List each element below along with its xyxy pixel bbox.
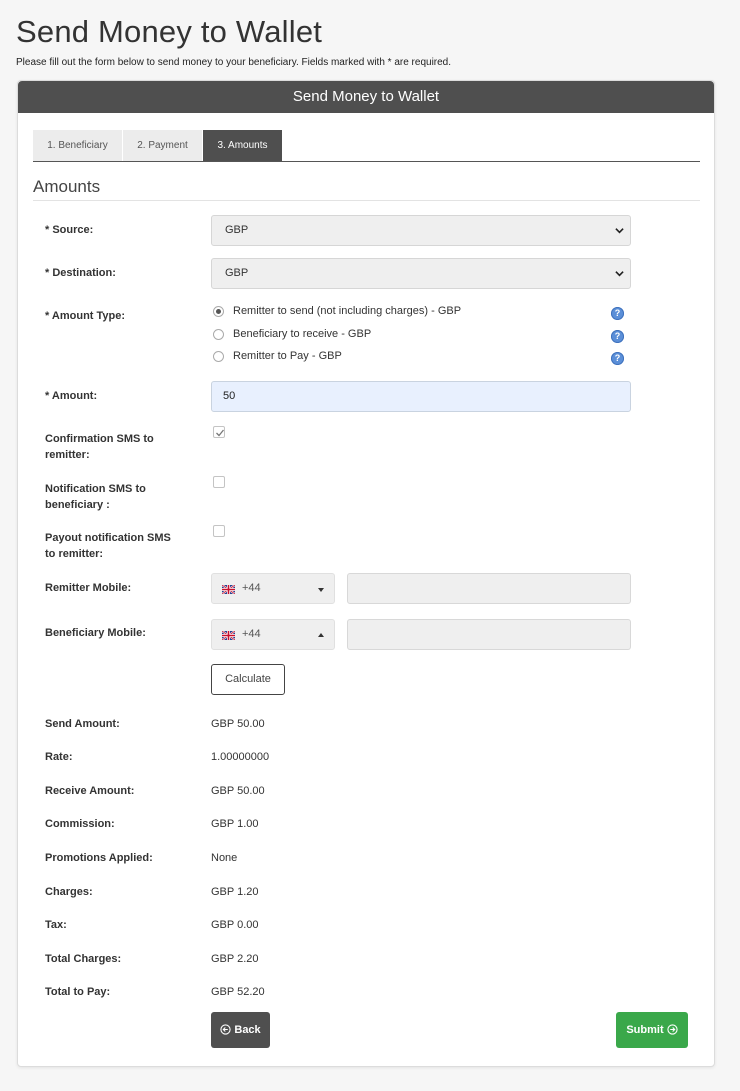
- summary-label: Tax:: [45, 919, 67, 931]
- panel-header: Send Money to Wallet: [18, 81, 714, 113]
- summary-value: GBP 1.20: [211, 886, 259, 898]
- uk-flag-icon: [222, 631, 235, 640]
- notification-sms-label: Notification SMS to beneficiary :: [45, 481, 146, 513]
- source-value: GBP: [225, 224, 249, 236]
- beneficiary-country-code-select[interactable]: +44: [211, 619, 335, 650]
- section-title: Amounts: [33, 177, 700, 201]
- payout-sms-label: Payout notification SMS to remitter:: [45, 530, 171, 562]
- caret-up-icon: [318, 633, 324, 637]
- amount-label: * Amount:: [45, 390, 98, 402]
- help-icon[interactable]: ?: [611, 352, 624, 365]
- beneficiary-mobile-label: Beneficiary Mobile:: [45, 627, 146, 639]
- arrow-right-circle-icon: [667, 1023, 678, 1035]
- submit-label: Submit: [626, 1024, 664, 1036]
- summary-label: Receive Amount:: [45, 785, 135, 797]
- confirmation-sms-checkbox[interactable]: [213, 426, 225, 438]
- radio-button[interactable]: [213, 328, 224, 340]
- page-subtitle: Please fill out the form below to send m…: [16, 57, 452, 68]
- wizard-tabs: 1. Beneficiary 2. Payment 3. Amounts: [33, 130, 700, 162]
- help-icon[interactable]: ?: [611, 330, 624, 343]
- destination-select[interactable]: GBP: [211, 258, 631, 289]
- country-code: +44: [242, 582, 261, 594]
- summary-value: GBP 1.00: [211, 818, 259, 830]
- calculate-button[interactable]: Calculate: [211, 664, 285, 695]
- caret-down-icon: [318, 588, 324, 592]
- check-icon: [216, 429, 225, 437]
- summary-label: Total Charges:: [45, 953, 122, 965]
- remitter-mobile-label: Remitter Mobile:: [45, 582, 132, 594]
- submit-button[interactable]: Submit: [616, 1012, 688, 1048]
- label-line: Notification SMS to: [45, 483, 146, 495]
- destination-label: * Destination:: [45, 267, 116, 279]
- summary-label: Send Amount:: [45, 718, 120, 730]
- summary-value: GBP 50.00: [211, 718, 265, 730]
- radio-label: Remitter to send (not including charges)…: [233, 305, 462, 317]
- radio-button[interactable]: [213, 305, 224, 317]
- summary-value: GBP 2.20: [211, 953, 259, 965]
- destination-value: GBP: [225, 267, 249, 279]
- summary-label: Commission:: [45, 818, 115, 830]
- arrow-left-circle-icon: [220, 1023, 231, 1035]
- summary-value: GBP 50.00: [211, 785, 265, 797]
- summary-value: None: [211, 852, 238, 864]
- label-line: remitter:: [45, 449, 90, 461]
- label-line: beneficiary :: [45, 499, 110, 511]
- source-select[interactable]: GBP: [211, 215, 631, 246]
- notification-sms-checkbox[interactable]: [213, 476, 225, 488]
- label-line: Payout notification SMS: [45, 532, 171, 544]
- chevron-down-icon: [615, 228, 624, 234]
- source-label: * Source:: [45, 224, 94, 236]
- page-title: Send Money to Wallet: [16, 14, 323, 49]
- remitter-country-code-select[interactable]: +44: [211, 573, 335, 604]
- amount-input[interactable]: 50: [211, 381, 631, 412]
- radio-label: Beneficiary to receive - GBP: [233, 328, 372, 340]
- tab-beneficiary[interactable]: 1. Beneficiary: [33, 130, 123, 161]
- uk-flag-icon: [222, 585, 235, 594]
- payout-sms-checkbox[interactable]: [213, 525, 225, 537]
- radio-label: Remitter to Pay - GBP: [233, 350, 342, 362]
- back-button[interactable]: Back: [211, 1012, 270, 1048]
- tab-payment[interactable]: 2. Payment: [123, 130, 203, 161]
- summary-value: GBP 0.00: [211, 919, 259, 931]
- summary-label: Total to Pay:: [45, 986, 111, 998]
- tab-amounts[interactable]: 3. Amounts: [203, 130, 283, 161]
- back-label: Back: [234, 1024, 261, 1036]
- label-line: to remitter:: [45, 548, 104, 560]
- summary-value: 1.00000000: [211, 751, 270, 763]
- remitter-mobile-input[interactable]: [347, 573, 631, 604]
- radio-beneficiary-receive[interactable]: Beneficiary to receive - GBP: [213, 326, 371, 342]
- summary-label: Promotions Applied:: [45, 852, 153, 864]
- chevron-down-icon: [615, 271, 624, 277]
- summary-label: Charges:: [45, 886, 93, 898]
- summary-label: Rate:: [45, 751, 73, 763]
- amount-type-label: * Amount Type:: [45, 310, 126, 322]
- country-code: +44: [242, 628, 261, 640]
- radio-button[interactable]: [213, 350, 224, 362]
- beneficiary-mobile-input[interactable]: [347, 619, 631, 650]
- help-icon[interactable]: ?: [611, 307, 624, 320]
- radio-remitter-pay[interactable]: Remitter to Pay - GBP: [213, 348, 342, 364]
- send-money-panel: Send Money to Wallet 1. Beneficiary 2. P…: [17, 80, 715, 1067]
- radio-remitter-send[interactable]: Remitter to send (not including charges)…: [213, 303, 461, 319]
- label-line: Confirmation SMS to: [45, 433, 154, 445]
- summary-value: GBP 52.20: [211, 986, 265, 998]
- confirmation-sms-label: Confirmation SMS to remitter:: [45, 431, 154, 463]
